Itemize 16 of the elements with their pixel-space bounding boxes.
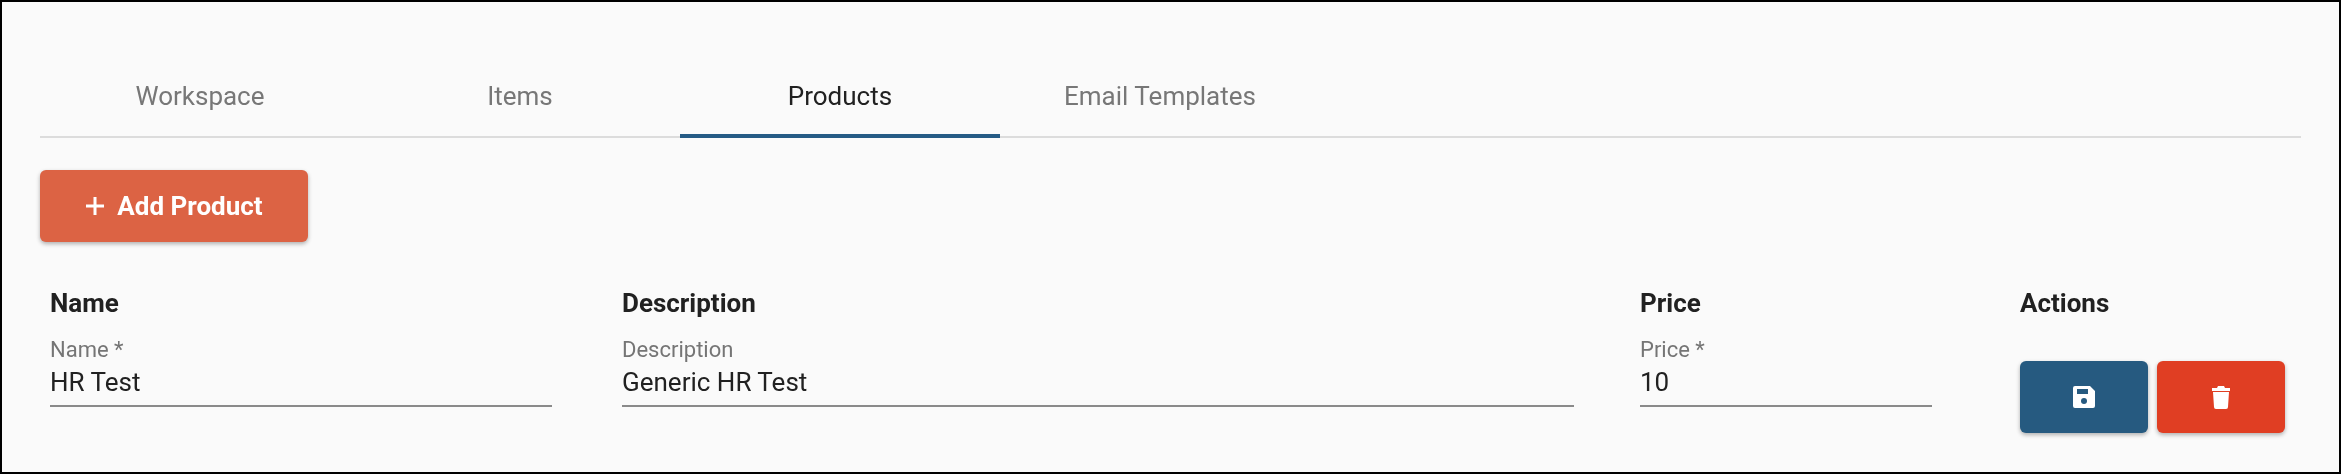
save-button[interactable] [2020,361,2148,433]
column-header: Price [1640,288,1701,318]
text-field[interactable]: Name * HR Test [50,335,552,407]
add-product-button[interactable]: Add Product [40,170,308,242]
column-header: Name [50,288,119,318]
tab[interactable]: Products [680,58,1000,138]
text-field[interactable]: Price * 10 [1640,335,1932,407]
delete-button[interactable] [2157,361,2285,433]
tab[interactable]: Email Templates [1000,58,1320,138]
plus-icon [85,196,106,216]
tab[interactable]: Workspace [40,58,360,138]
tab[interactable]: Items [360,58,680,138]
column-header: Description [622,288,756,318]
text-field[interactable]: Description Generic HR Test [622,335,1574,407]
column-header: Actions [2020,288,2110,318]
trash-icon [2211,385,2231,409]
